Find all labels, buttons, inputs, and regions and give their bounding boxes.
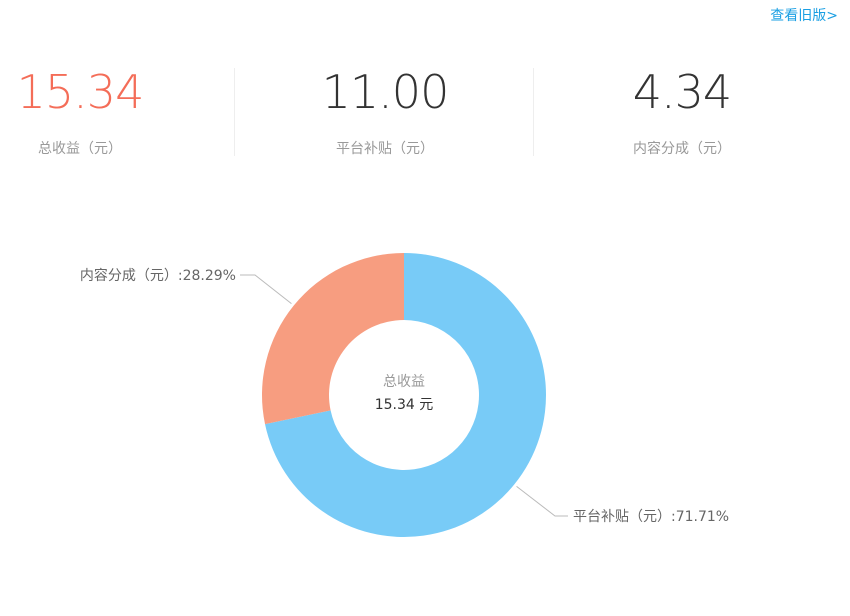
- slice-leader-line: [516, 486, 568, 517]
- center-title: 总收益: [383, 374, 425, 390]
- slice-label: 内容分成（元）:28.29%: [80, 267, 236, 284]
- slice-leader-line: [240, 274, 292, 304]
- center-value: 15.34 元: [375, 397, 434, 413]
- donut-chart: 平台补贴（元）:71.71% 内容分成（元）:28.29% 总收益 15.34 元: [80, 253, 729, 537]
- slice-label: 平台补贴（元）:71.71%: [573, 509, 729, 525]
